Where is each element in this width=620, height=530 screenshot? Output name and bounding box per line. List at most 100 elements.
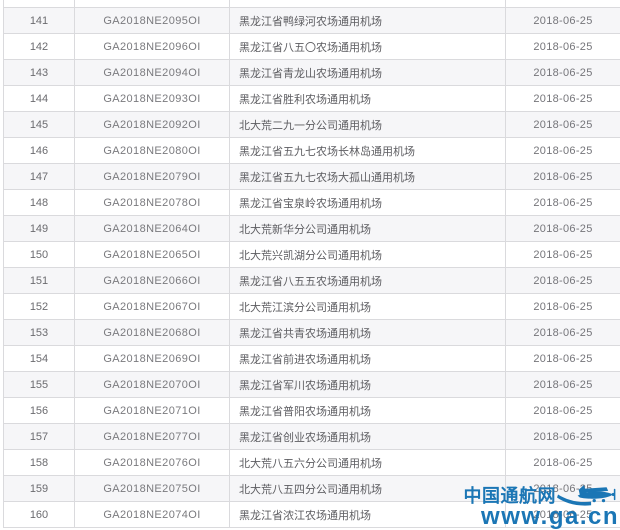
- date-cell: 2018-06-25: [533, 300, 593, 313]
- table-row: 145 GA2018NE2092OI 北大荒二九一分公司通用机场 2018-06…: [3, 112, 620, 138]
- row-number-cell: 144: [4, 86, 75, 111]
- table-row: 158 GA2018NE2076OI 北大荒八五六分公司通用机场 2018-06…: [3, 450, 620, 476]
- date-cell: 2018-06-25: [533, 456, 593, 469]
- row-number-cell: 153: [4, 320, 75, 345]
- certificate-code-cell: GA2018NE2074OI: [75, 502, 230, 527]
- airport-name-cell: 北大荒江滨分公司通用机场: [230, 294, 506, 319]
- date-cell: 2018-06-25: [533, 404, 593, 417]
- table-row: 154 GA2018NE2069OI 黑龙江省前进农场通用机场 2018-06-…: [3, 346, 620, 372]
- certificate-code-cell: GA2018NE2065OI: [75, 242, 230, 267]
- table-row: 147 GA2018NE2079OI 黑龙江省五九七农场大孤山通用机场 2018…: [3, 164, 620, 190]
- certificate-code-cell: GA2018NE2075OI: [75, 476, 230, 501]
- date-cell: 2018-06-25: [533, 196, 593, 209]
- airport-name-cell: 黑龙江省八五五农场通用机场: [230, 268, 506, 293]
- date-cell: 2018-06-25: [533, 66, 593, 79]
- table-row: 157 GA2018NE2077OI 黑龙江省创业农场通用机场 2018-06-…: [3, 424, 620, 450]
- certificate-code-cell: GA2018NE2093OI: [75, 86, 230, 111]
- certificate-code-cell: GA2018NE2076OI: [75, 450, 230, 475]
- certificate-code-cell: GA2018NE2078OI: [75, 190, 230, 215]
- airport-name-cell: 黑龙江省创业农场通用机场: [230, 424, 506, 449]
- certificate-code-cell: GA2018NE2068OI: [75, 320, 230, 345]
- row-number-cell: 142: [4, 34, 75, 59]
- date-cell: 2018-06-25: [533, 326, 593, 339]
- airport-name-cell: 北大荒八五六分公司通用机场: [230, 450, 506, 475]
- table-row: 143 GA2018NE2094OI 黑龙江省青龙山农场通用机场 2018-06…: [3, 60, 620, 86]
- certificate-code-cell: GA2018NE2067OI: [75, 294, 230, 319]
- watermark-site-url: www.ga.cn: [481, 503, 619, 530]
- row-number-cell: 146: [4, 138, 75, 163]
- certificate-code-cell: GA2018NE2096OI: [75, 34, 230, 59]
- date-cell: 2018-06-25: [533, 352, 593, 365]
- watermark: 中国通航网 www.ga.cn: [464, 485, 620, 529]
- table-row: 142 GA2018NE2096OI 黑龙江省八五〇农场通用机场 2018-06…: [3, 34, 620, 60]
- certificate-code-cell: GA2018NE2094OI: [75, 60, 230, 85]
- certificate-code-cell: GA2018NE2069OI: [75, 346, 230, 371]
- certificate-code-cell: GA2018NE2095OI: [75, 8, 230, 33]
- row-number-cell: 150: [4, 242, 75, 267]
- airport-name-cell: 黑龙江省五九七农场长林岛通用机场: [230, 138, 506, 163]
- airport-name-cell: [230, 0, 506, 7]
- date-cell: 2018-06-25: [533, 92, 593, 105]
- airport-name-cell: 黑龙江省五九七农场大孤山通用机场: [230, 164, 506, 189]
- airport-name-cell: 北大荒兴凯湖分公司通用机场: [230, 242, 506, 267]
- row-number-cell: 149: [4, 216, 75, 241]
- table-row-partial: [3, 0, 620, 8]
- row-number-cell: [4, 0, 75, 7]
- airport-name-cell: 黑龙江省青龙山农场通用机场: [230, 60, 506, 85]
- date-cell: 2018-06-25: [533, 144, 593, 157]
- table-row: 148 GA2018NE2078OI 黑龙江省宝泉岭农场通用机场 2018-06…: [3, 190, 620, 216]
- certificate-code-cell: [75, 0, 230, 7]
- row-number-cell: 148: [4, 190, 75, 215]
- row-number-cell: 151: [4, 268, 75, 293]
- row-number-cell: 158: [4, 450, 75, 475]
- row-number-cell: 154: [4, 346, 75, 371]
- date-cell: 2018-06-25: [533, 274, 593, 287]
- row-number-cell: 156: [4, 398, 75, 423]
- table-body: 141 GA2018NE2095OI 黑龙江省鸭绿河农场通用机场 2018-06…: [3, 8, 620, 528]
- airport-name-cell: 北大荒二九一分公司通用机场: [230, 112, 506, 137]
- airport-name-cell: 北大荒新华分公司通用机场: [230, 216, 506, 241]
- certificate-code-cell: GA2018NE2064OI: [75, 216, 230, 241]
- table-row: 155 GA2018NE2070OI 黑龙江省军川农场通用机场 2018-06-…: [3, 372, 620, 398]
- table-row: 151 GA2018NE2066OI 黑龙江省八五五农场通用机场 2018-06…: [3, 268, 620, 294]
- table-row: 149 GA2018NE2064OI 北大荒新华分公司通用机场 2018-06-…: [3, 216, 620, 242]
- row-number-cell: 159: [4, 476, 75, 501]
- table-row: 144 GA2018NE2093OI 黑龙江省胜利农场通用机场 2018-06-…: [3, 86, 620, 112]
- airport-name-cell: 黑龙江省普阳农场通用机场: [230, 398, 506, 423]
- date-cell: [506, 0, 620, 7]
- certificate-code-cell: GA2018NE2066OI: [75, 268, 230, 293]
- row-number-cell: 152: [4, 294, 75, 319]
- row-number-cell: 160: [4, 502, 75, 527]
- certificate-code-cell: GA2018NE2092OI: [75, 112, 230, 137]
- airport-name-cell: 黑龙江省前进农场通用机场: [230, 346, 506, 371]
- airport-name-cell: 黑龙江省八五〇农场通用机场: [230, 34, 506, 59]
- table-row: 152 GA2018NE2067OI 北大荒江滨分公司通用机场 2018-06-…: [3, 294, 620, 320]
- row-number-cell: 157: [4, 424, 75, 449]
- certificate-code-cell: GA2018NE2070OI: [75, 372, 230, 397]
- table-row: 153 GA2018NE2068OI 黑龙江省共青农场通用机场 2018-06-…: [3, 320, 620, 346]
- row-number-cell: 141: [4, 8, 75, 33]
- table-row: 141 GA2018NE2095OI 黑龙江省鸭绿河农场通用机场 2018-06…: [3, 8, 620, 34]
- table-row: 156 GA2018NE2071OI 黑龙江省普阳农场通用机场 2018-06-…: [3, 398, 620, 424]
- date-cell: 2018-06-25: [533, 170, 593, 183]
- row-number-cell: 145: [4, 112, 75, 137]
- date-cell: 2018-06-25: [533, 118, 593, 131]
- row-number-cell: 143: [4, 60, 75, 85]
- airport-name-cell: 黑龙江省宝泉岭农场通用机场: [230, 190, 506, 215]
- airport-name-cell: 黑龙江省军川农场通用机场: [230, 372, 506, 397]
- date-cell: 2018-06-25: [533, 40, 593, 53]
- date-cell: 2018-06-25: [533, 430, 593, 443]
- table-row: 150 GA2018NE2065OI 北大荒兴凯湖分公司通用机场 2018-06…: [3, 242, 620, 268]
- airport-name-cell: 黑龙江省鸭绿河农场通用机场: [230, 8, 506, 33]
- certificate-code-cell: GA2018NE2071OI: [75, 398, 230, 423]
- table-row: 146 GA2018NE2080OI 黑龙江省五九七农场长林岛通用机场 2018…: [3, 138, 620, 164]
- page: 141 GA2018NE2095OI 黑龙江省鸭绿河农场通用机场 2018-06…: [0, 0, 620, 530]
- row-number-cell: 147: [4, 164, 75, 189]
- row-number-cell: 155: [4, 372, 75, 397]
- airport-name-cell: 黑龙江省胜利农场通用机场: [230, 86, 506, 111]
- date-cell: 2018-06-25: [533, 248, 593, 261]
- date-cell: 2018-06-25: [533, 14, 593, 27]
- certificate-code-cell: GA2018NE2080OI: [75, 138, 230, 163]
- date-cell: 2018-06-25: [533, 378, 593, 391]
- date-cell: 2018-06-25: [533, 222, 593, 235]
